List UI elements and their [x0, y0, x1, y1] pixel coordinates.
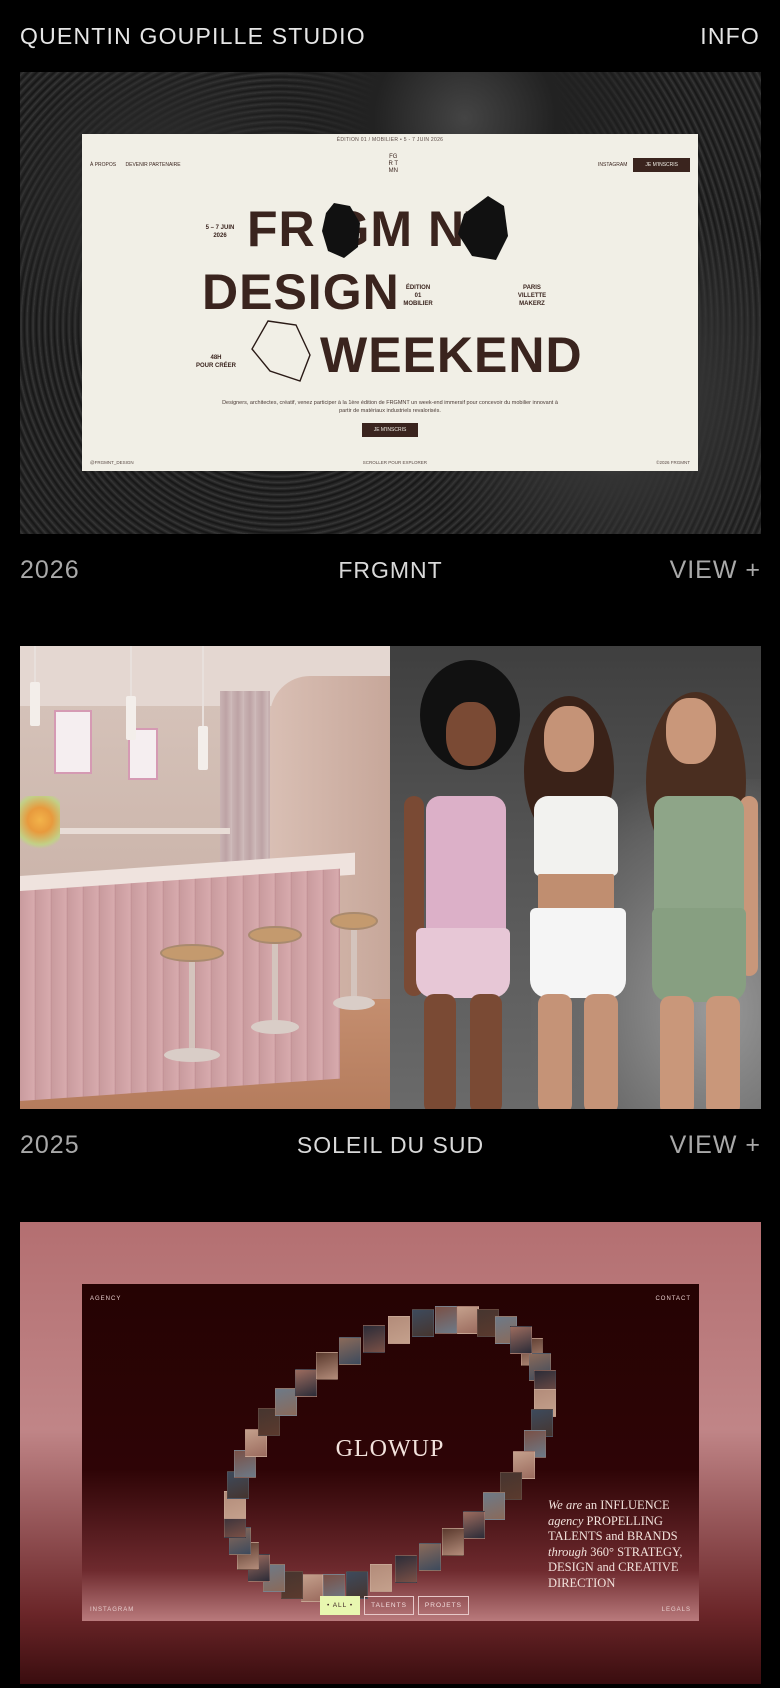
frgmnt-nav-instagram: INSTAGRAM [598, 161, 628, 168]
project-glowup-image[interactable]: AGENCY CONTACT INSTAGRAM LEGALS GLOWUP W… [20, 1222, 761, 1684]
talent-thumbnail [394, 1555, 417, 1584]
model-white [508, 646, 638, 1109]
frgmnt-cta-button: JE M'INSCRIS [362, 423, 418, 437]
talent-thumbnail [387, 1315, 410, 1344]
frgmnt-hours: 48H POUR CRÉER [195, 355, 236, 369]
talent-thumbnail [457, 1306, 480, 1335]
glowup-website-mockup: AGENCY CONTACT INSTAGRAM LEGALS GLOWUP W… [82, 1284, 699, 1621]
frgmnt-edition: ÉDITION 01 MOBILIER [403, 285, 433, 307]
talent-thumbnail [370, 1564, 393, 1593]
frgmnt-place: PARIS VILLETTE MAKERZ [517, 285, 547, 307]
talent-thumbnail [363, 1324, 386, 1353]
glowup-logo: GLOWUP [335, 1436, 445, 1462]
talent-thumbnail [418, 1542, 441, 1571]
project-meta: 2026 FRGMNT VIEW + [20, 534, 761, 606]
talent-thumbnail [441, 1527, 464, 1556]
frgmnt-website-mockup: ÉDITION 01 / MOBILIER • 5 - 7 JUIN 2026 … [82, 134, 698, 471]
talent-thumbnail [435, 1305, 458, 1334]
studio-name[interactable]: QUENTIN GOUPILLE STUDIO [20, 23, 366, 50]
frgmnt-description: Designers, architectes, créatif, venez p… [222, 400, 558, 414]
bar-stool [330, 912, 378, 1010]
glowup-legals-link: LEGALS [661, 1607, 691, 1613]
model-green [626, 646, 761, 1109]
project-frgmnt: ÉDITION 01 / MOBILIER • 5 - 7 JUIN 2026 … [20, 72, 761, 606]
project-title[interactable]: SOLEIL DU SUD [220, 1132, 561, 1159]
view-project-button[interactable]: VIEW + [561, 556, 761, 585]
project-glowup: AGENCY CONTACT INSTAGRAM LEGALS GLOWUP W… [20, 1222, 761, 1684]
talent-thumbnail [316, 1352, 339, 1381]
frgmnt-headline-3: WEEKEND [320, 327, 583, 383]
project-meta: 2025 SOLEIL DU SUD VIEW + [20, 1109, 761, 1181]
filter-talents-chip: TALENTS [364, 1596, 414, 1615]
frgmnt-nav-about: À PROPOS [90, 161, 117, 168]
talent-thumbnail [509, 1325, 532, 1354]
models-photo [390, 646, 761, 1109]
project-title[interactable]: FRGMNT [220, 557, 561, 584]
project-frgmnt-image[interactable]: ÉDITION 01 / MOBILIER • 5 - 7 JUIN 2026 … [20, 72, 761, 534]
frgmnt-logo: FG R T MN [388, 154, 399, 174]
glowup-agency-link: AGENCY [90, 1296, 122, 1302]
filter-all-chip: • ALL • [320, 1596, 361, 1615]
glowup-filter-bar: • ALL • TALENTS PROJETS [320, 1596, 469, 1615]
rock-fragment-icon [458, 196, 508, 260]
menu-board [54, 710, 92, 774]
talent-thumbnail [339, 1337, 362, 1366]
site-header: QUENTIN GOUPILLE STUDIO INFO [20, 20, 760, 52]
filter-projets-chip: PROJETS [417, 1596, 469, 1615]
frgmnt-nav: À PROPOS DEVENIR PARTENAIRE FG R T MN IN… [90, 154, 690, 175]
project-year: 2025 [20, 1130, 80, 1159]
frgmnt-headline-2: DESIGN [202, 264, 400, 320]
outline-fragment-icon [251, 320, 311, 382]
frgmnt-topline: ÉDITION 01 / MOBILIER • 5 - 7 JUIN 2026 [336, 137, 444, 143]
glowup-contact-link: CONTACT [655, 1296, 691, 1302]
project-soleil-du-sud: 2025 SOLEIL DU SUD VIEW + [20, 646, 761, 1181]
project-year: 2026 [20, 555, 80, 584]
talent-thumbnail [411, 1309, 434, 1338]
glowup-instagram-link: INSTAGRAM [90, 1607, 135, 1613]
bar-stool [248, 926, 302, 1034]
glowup-tagline: We are an INFLUENCE agency PROPELLING TA… [548, 1498, 683, 1590]
cafe-interior-photo [20, 646, 390, 1109]
talent-thumbnail [346, 1570, 369, 1599]
info-link[interactable]: INFO [700, 23, 760, 50]
frgmnt-nav-cta: JE M'INSCRIS [633, 157, 690, 172]
talent-thumbnail [294, 1369, 317, 1398]
frgmnt-nav-partner: DEVENIR PARTENAIRE [125, 161, 181, 168]
rock-fragment-icon [322, 203, 360, 258]
view-project-button[interactable]: VIEW + [561, 1131, 761, 1160]
talent-thumbnail [482, 1492, 505, 1521]
frgmnt-footer: @FRGMNT_DESIGN SCROLLER POUR EXPLORER ©2… [90, 460, 690, 465]
bar-stool [160, 944, 224, 1062]
project-soleil-image[interactable] [20, 646, 761, 1109]
frgmnt-dates: 5 – 7 JUIN 2026 [205, 225, 235, 239]
talent-thumbnail [463, 1510, 486, 1539]
